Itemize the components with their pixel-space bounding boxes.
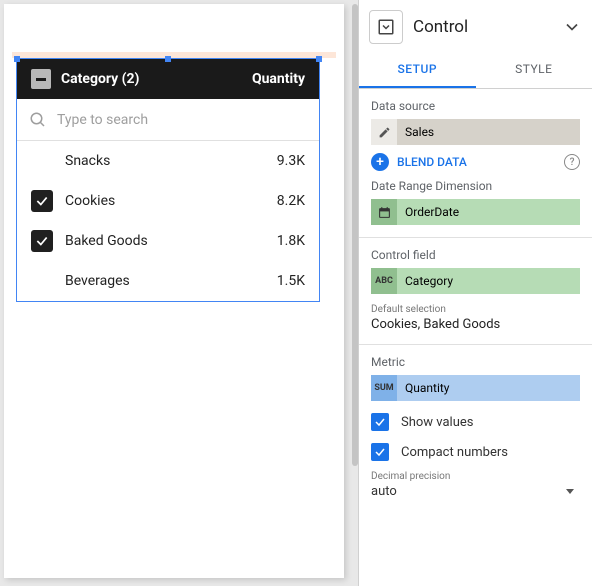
show-values-label: Show values — [401, 415, 474, 430]
blend-data-button[interactable]: + BLEND DATA ? — [371, 153, 580, 171]
text-dimension-icon: ABC — [371, 268, 397, 294]
help-icon[interactable]: ? — [564, 154, 580, 170]
checkbox-unchecked[interactable] — [31, 150, 53, 172]
report-canvas: Category (2) Quantity Snacks9.3KCookies8… — [4, 4, 344, 578]
checkbox-checked-icon[interactable] — [31, 190, 53, 212]
checkbox-checked-icon[interactable] — [31, 230, 53, 252]
section-control-field: Control field ABC Category Default selec… — [359, 238, 592, 345]
item-value: 9.3K — [277, 153, 305, 169]
options-list: Snacks9.3KCookies8.2KBaked Goods1.8KBeve… — [17, 141, 319, 301]
tab-style[interactable]: STYLE — [476, 52, 592, 88]
item-value: 1.5K — [277, 273, 305, 289]
list-item[interactable]: Cookies8.2K — [17, 181, 319, 221]
panel-body: Data source Sales + BLEND DATA ? Date Ra… — [359, 89, 592, 586]
section-data-source: Data source Sales + BLEND DATA ? Date Ra… — [359, 89, 592, 238]
data-source-label: Data source — [371, 99, 580, 113]
sum-metric-icon: SUM — [371, 375, 397, 401]
metric-label: Metric — [371, 355, 580, 369]
tab-setup[interactable]: SETUP — [359, 52, 476, 88]
search-row — [17, 99, 319, 141]
widget-header: Category (2) Quantity — [17, 59, 319, 99]
panel-tabs: SETUP STYLE — [359, 52, 592, 89]
item-value: 8.2K — [277, 193, 305, 209]
section-metric: Metric SUM Quantity Show values Compact … — [359, 345, 592, 511]
decimal-precision-value: auto — [371, 484, 397, 499]
item-label: Cookies — [65, 193, 277, 209]
item-value: 1.8K — [277, 233, 305, 249]
item-label: Baked Goods — [65, 233, 277, 249]
control-type-icon[interactable] — [369, 10, 403, 44]
decimal-precision-label: Decimal precision — [371, 471, 580, 482]
calendar-icon — [371, 199, 397, 225]
list-item[interactable]: Baked Goods1.8K — [17, 221, 319, 261]
properties-panel: Control SETUP STYLE Data source Sales + … — [358, 0, 592, 586]
compact-numbers-label: Compact numbers — [401, 445, 508, 460]
data-source-name: Sales — [397, 119, 580, 145]
date-range-value: OrderDate — [397, 199, 580, 225]
resize-handle[interactable] — [316, 56, 322, 62]
default-selection-value[interactable]: Cookies, Baked Goods — [371, 317, 580, 332]
date-range-chip[interactable]: OrderDate — [371, 199, 580, 225]
default-selection-label: Default selection — [371, 304, 580, 315]
control-field-label: Control field — [371, 248, 580, 262]
resize-handle[interactable] — [14, 56, 20, 62]
decimal-precision-select[interactable]: auto — [371, 484, 580, 499]
search-input[interactable] — [57, 112, 307, 128]
header-column-quantity: Quantity — [252, 71, 305, 87]
checkbox-checked-icon — [371, 443, 389, 461]
date-range-label: Date Range Dimension — [371, 179, 580, 193]
plus-icon: + — [371, 153, 389, 171]
show-values-toggle[interactable]: Show values — [371, 413, 580, 431]
search-icon — [29, 111, 47, 129]
pencil-icon[interactable] — [371, 119, 397, 145]
resize-handle[interactable] — [165, 56, 171, 62]
control-field-value: Category — [397, 268, 580, 294]
panel-titlebar: Control — [359, 0, 592, 52]
metric-value: Quantity — [397, 375, 580, 401]
item-label: Snacks — [65, 153, 277, 169]
blend-data-label: BLEND DATA — [397, 155, 467, 169]
data-source-chip[interactable]: Sales — [371, 119, 580, 145]
compact-numbers-toggle[interactable]: Compact numbers — [371, 443, 580, 461]
checkbox-unchecked[interactable] — [31, 270, 53, 292]
control-field-chip[interactable]: ABC Category — [371, 268, 580, 294]
metric-chip[interactable]: SUM Quantity — [371, 375, 580, 401]
header-column-category: Category (2) — [61, 71, 139, 87]
list-item[interactable]: Snacks9.3K — [17, 141, 319, 181]
indeterminate-checkbox-icon[interactable] — [31, 69, 51, 89]
item-label: Beverages — [65, 273, 277, 289]
checkbox-checked-icon — [371, 413, 389, 431]
category-filter-control[interactable]: Category (2) Quantity Snacks9.3KCookies8… — [16, 58, 320, 302]
caret-down-icon — [566, 489, 574, 494]
panel-title: Control — [413, 17, 552, 37]
chevron-down-icon[interactable] — [562, 17, 582, 37]
list-item[interactable]: Beverages1.5K — [17, 261, 319, 301]
